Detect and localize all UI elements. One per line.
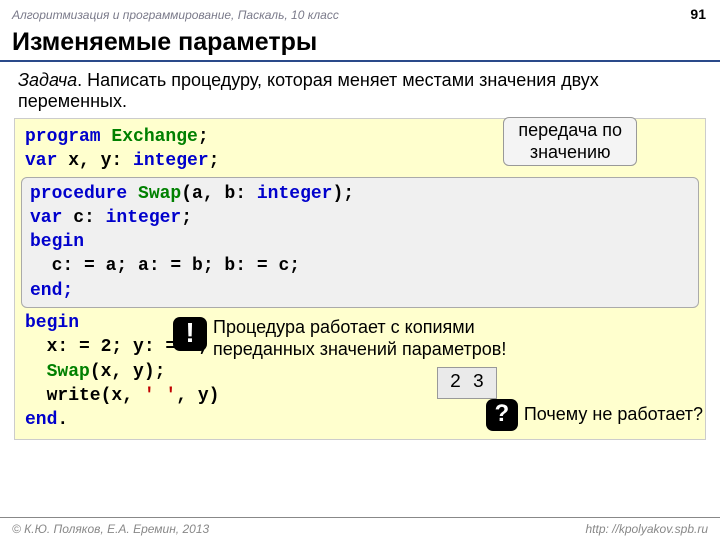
question-icon: ? bbox=[486, 399, 518, 431]
callout-pass-by-value: передача по значению bbox=[503, 117, 637, 166]
footer-url: http: //kpolyakov.spb.ru bbox=[585, 522, 708, 536]
copyright: © К.Ю. Поляков, Е.А. Еремин, 2013 bbox=[12, 522, 209, 536]
page-number: 91 bbox=[690, 6, 706, 22]
output-box: 2 3 bbox=[437, 367, 497, 399]
code-line: var c: integer; bbox=[30, 206, 690, 230]
breadcrumb: Алгоритмизация и программирование, Паска… bbox=[12, 8, 339, 22]
procedure-box: procedure Swap(a, b: integer); var c: in… bbox=[21, 177, 699, 308]
task-text: . Написать процедуру, которая меняет мес… bbox=[18, 70, 599, 111]
callout-warning: ! Процедура работает с копиями переданны… bbox=[173, 317, 506, 360]
header: Алгоритмизация и программирование, Паска… bbox=[0, 0, 720, 26]
page-title: Изменяемые параметры bbox=[0, 26, 720, 62]
callout-question: ? Почему не работает? bbox=[486, 399, 703, 431]
task-label: Задача bbox=[18, 70, 77, 90]
footer: © К.Ю. Поляков, Е.А. Еремин, 2013 http: … bbox=[0, 517, 720, 540]
callout-line: значению bbox=[518, 142, 622, 164]
code-line: begin bbox=[30, 230, 690, 254]
code-line: Swap(x, y); bbox=[25, 360, 695, 384]
callout-line: передача по bbox=[518, 120, 622, 142]
exclamation-icon: ! bbox=[173, 317, 207, 351]
code-line: c: = a; a: = b; b: = c; bbox=[30, 254, 690, 278]
code-line: end; bbox=[30, 279, 690, 303]
warning-text: Процедура работает с копиями переданных … bbox=[207, 317, 506, 360]
question-text: Почему не работает? bbox=[518, 402, 703, 426]
code-block: передача по значению program Exchange; v… bbox=[14, 118, 706, 440]
task-statement: Задача. Написать процедуру, которая меня… bbox=[0, 62, 720, 116]
code-line: procedure Swap(a, b: integer); bbox=[30, 182, 690, 206]
